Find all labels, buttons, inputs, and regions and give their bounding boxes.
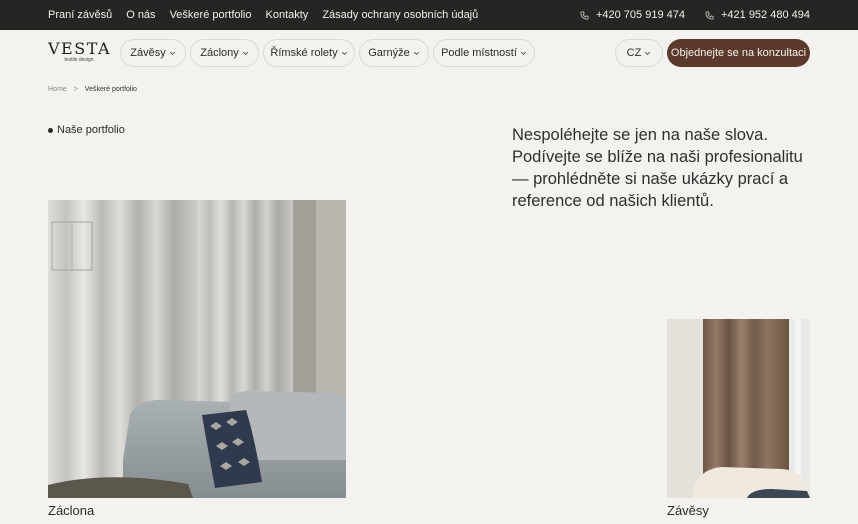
- language-label: CZ: [626, 47, 642, 59]
- chevron-down-icon: [520, 51, 526, 55]
- nav-roman-blinds[interactable]: Římské rolety: [263, 39, 355, 67]
- chevron-down-icon: [341, 51, 347, 55]
- consultation-button[interactable]: Objednejte se na konzultaci: [667, 39, 810, 67]
- nav-by-room-label: Podle místností: [441, 47, 517, 59]
- phone-icon: [580, 10, 589, 20]
- top-link-privacy[interactable]: Zásady ochrany osobních údajů: [322, 9, 478, 21]
- bullet-dot: [48, 127, 53, 133]
- caption-sheer[interactable]: Záclona: [48, 503, 94, 518]
- section-label-text: Naše portfolio: [57, 124, 125, 136]
- sheer-curtain-photo: [48, 200, 346, 498]
- nav-curtain-rods[interactable]: Garnýže: [359, 39, 429, 67]
- phone-sk[interactable]: +421 952 480 494: [705, 9, 810, 21]
- breadcrumb-current: Veškeré portfolio: [84, 86, 137, 93]
- phone-icon: [705, 10, 714, 20]
- top-link-curtain-washing[interactable]: Praní závěsů: [48, 9, 112, 21]
- nav-sheers-label: Záclony: [200, 47, 239, 59]
- top-links: Praní závěsů O nás Veškeré portfolio Kon…: [48, 0, 478, 30]
- top-link-portfolio[interactable]: Veškeré portfolio: [170, 9, 252, 21]
- nav-roman-blinds-label: Římské rolety: [270, 47, 338, 59]
- nav-curtains-label: Závěsy: [130, 47, 166, 59]
- curtains-photo: [667, 319, 810, 498]
- portfolio-image-sheer[interactable]: [48, 200, 346, 498]
- chevron-down-icon: [413, 51, 419, 55]
- nav-by-room[interactable]: Podle místností: [433, 39, 535, 67]
- breadcrumb: Home > Veškeré portfolio: [48, 86, 137, 93]
- intro-text: Nespoléhejte se jen na naše slova. Podív…: [512, 126, 803, 210]
- nav-curtain-rods-label: Garnýže: [368, 47, 410, 59]
- phone-sk-number: +421 952 480 494: [720, 9, 810, 21]
- language-switcher[interactable]: CZ: [615, 39, 663, 67]
- chevron-down-icon: [645, 51, 651, 55]
- logo-name: VESTA: [48, 39, 112, 58]
- phone-list: +420 705 919 474 +421 952 480 494: [580, 0, 810, 30]
- breadcrumb-separator: >: [73, 86, 78, 93]
- phone-cz-number: +420 705 919 474: [595, 9, 685, 21]
- chevron-down-icon: [242, 51, 248, 55]
- portfolio-image-curtains[interactable]: [667, 319, 810, 498]
- main-header: VESTA textile design Závěsy Záclony Říms…: [0, 30, 858, 76]
- section-label: Naše portfolio: [48, 124, 125, 136]
- breadcrumb-home[interactable]: Home: [48, 86, 67, 93]
- main-nav: Závěsy Záclony Římské rolety Garnýže Pod…: [120, 39, 535, 67]
- caption-curtains[interactable]: Závěsy: [667, 503, 709, 518]
- logo[interactable]: VESTA textile design: [48, 41, 110, 65]
- phone-cz[interactable]: +420 705 919 474: [580, 9, 685, 21]
- nav-sheers[interactable]: Záclony: [190, 39, 259, 67]
- chevron-down-icon: [169, 51, 175, 55]
- nav-curtains[interactable]: Závěsy: [120, 39, 186, 67]
- top-bar: Praní závěsů O nás Veškeré portfolio Kon…: [0, 0, 858, 30]
- top-link-about[interactable]: O nás: [126, 9, 155, 21]
- top-link-contacts[interactable]: Kontakty: [266, 9, 309, 21]
